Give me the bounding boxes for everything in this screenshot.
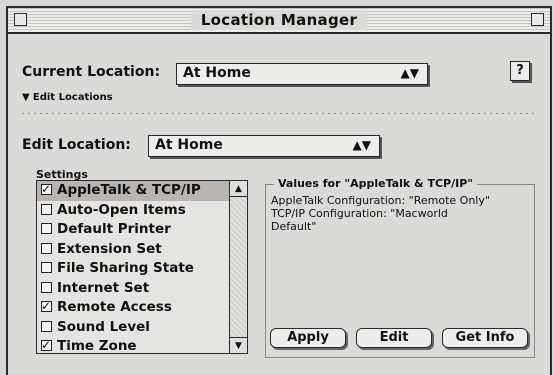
values-line: AppleTalk Configuration: "Remote Only" [271,194,490,207]
edit-location-label: Edit Location: [22,137,131,153]
current-location-label: Current Location: [22,64,161,80]
settings-item-label: Auto-Open Items [57,201,186,218]
checkbox-checked-icon[interactable]: ✓ [41,182,52,196]
edit-location-value: At Home [155,137,223,153]
popup-arrows-icon: ▲▼ [400,66,419,80]
settings-item[interactable]: File Sharing State [37,259,229,279]
separator-line [22,113,538,114]
settings-list-rows: ✓ AppleTalk & TCP/IP Auto-Open Items Defaul… [37,181,229,354]
settings-item[interactable]: Extension Set [37,240,229,260]
values-line: Default" [271,220,317,233]
settings-item[interactable]: Default Printer [37,220,229,240]
window-title: Location Manager [190,10,368,30]
values-line: TCP/IP Configuration: "Macworld [271,207,448,220]
checkbox-icon[interactable] [41,203,52,215]
edit-button[interactable]: Edit [356,328,432,348]
current-location-value: At Home [183,65,251,81]
settings-item[interactable]: Sound Level [37,318,229,338]
checkbox-checked-icon[interactable]: ✓ [41,338,52,352]
settings-item[interactable]: Internet Set [37,279,229,299]
settings-list[interactable]: ✓ AppleTalk & TCP/IP Auto-Open Items Defaul… [36,180,248,354]
settings-item[interactable]: Auto-Open Items [37,201,229,221]
current-location-popup[interactable]: At Home ▲▼ [176,63,428,85]
settings-item-label: Default Printer [57,221,171,237]
help-button[interactable]: ? [510,61,530,81]
scroll-up-arrow-icon[interactable]: ▲ [230,181,247,197]
scroll-down-arrow-icon[interactable]: ▼ [230,337,247,353]
checkbox-icon[interactable] [41,242,52,254]
settings-item-label: File Sharing State [57,260,194,276]
settings-item-label: Time Zone [57,338,137,354]
checkmark-icon: ✓ [41,299,52,313]
zoom-box[interactable] [531,13,544,26]
settings-item-label: Sound Level [57,318,150,335]
checkbox-checked-icon[interactable]: ✓ [41,299,52,313]
checkmark-icon: ✓ [41,182,52,196]
checkbox-icon[interactable] [41,223,52,234]
close-box[interactable] [14,13,27,26]
title-bar[interactable]: Location Manager [8,8,550,34]
settings-item[interactable]: ✓ AppleTalk & TCP/IP [37,181,229,201]
checkbox-icon[interactable] [41,320,52,332]
edit-location-popup[interactable]: At Home ▲▼ [148,135,380,157]
settings-item-label: Remote Access [57,299,172,315]
settings-scrollbar[interactable]: ▲ ▼ [229,181,247,353]
settings-item[interactable]: ✓ Remote Access [37,298,229,318]
disclosure-triangle-icon: ▼ [22,92,30,103]
get-info-button[interactable]: Get Info [442,328,528,348]
checkmark-icon: ✓ [41,338,52,352]
values-text: AppleTalk Configuration: "Remote Only" T… [271,194,526,233]
edit-locations-label: Edit Locations [32,92,113,103]
window-content: Current Location: At Home ▲▼ ? ▼ Edit Lo… [8,34,550,375]
location-manager-window: Location Manager Current Location: At Ho… [6,6,552,375]
checkbox-icon[interactable] [41,262,52,273]
settings-item-label: AppleTalk & TCP/IP [57,182,201,198]
settings-item-label: Extension Set [57,240,162,257]
settings-item-label: Internet Set [57,279,150,296]
values-title: Values for "AppleTalk & TCP/IP" [274,177,477,190]
apply-button[interactable]: Apply [270,328,346,348]
popup-arrows-icon: ▲▼ [352,138,371,152]
edit-locations-disclosure[interactable]: ▼ Edit Locations [22,92,113,103]
settings-item[interactable]: ✓ Time Zone [37,337,229,357]
checkbox-icon[interactable] [41,281,52,293]
